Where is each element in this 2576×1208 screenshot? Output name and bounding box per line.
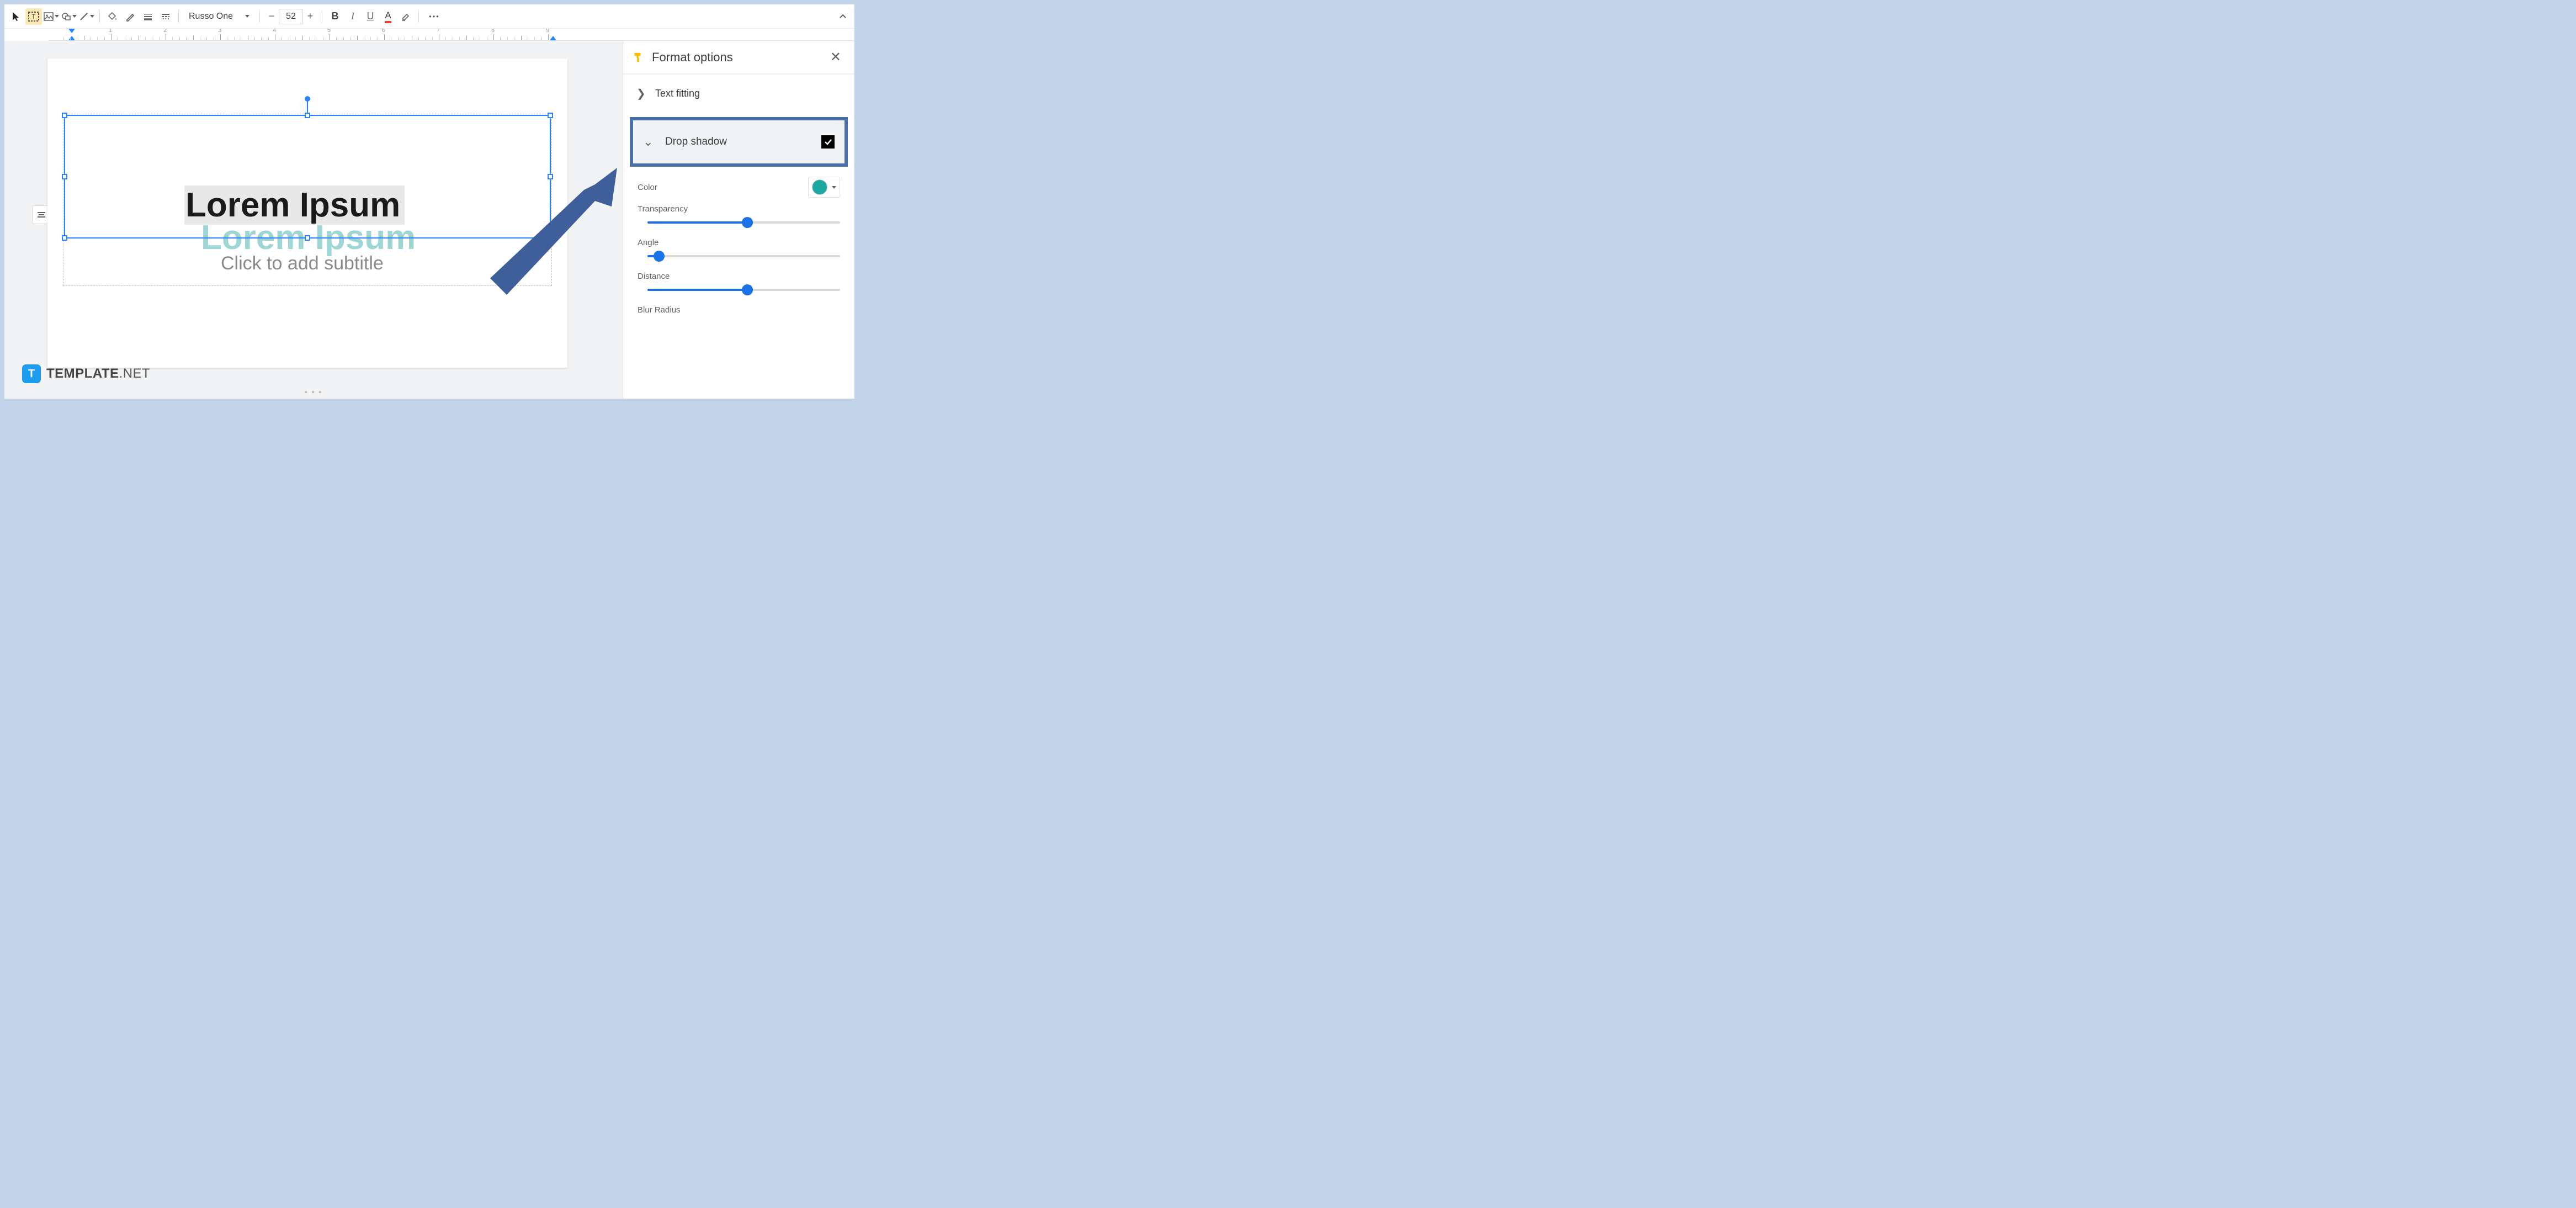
- panel-header: Format options ✕: [623, 41, 854, 74]
- separator: [418, 10, 419, 23]
- angle-slider[interactable]: [647, 255, 840, 257]
- transparency-label: Transparency: [638, 204, 840, 214]
- transparency-slider-row: Transparency: [623, 201, 854, 235]
- caret-icon: [245, 15, 249, 18]
- slide-canvas[interactable]: Lorem Ipsum Lorem Ipsum Click to add sub…: [47, 59, 567, 368]
- panel-title: Format options: [652, 50, 818, 65]
- drop-shadow-row[interactable]: ⌄ Drop shadow: [630, 117, 848, 167]
- font-size-increase[interactable]: +: [303, 9, 317, 24]
- insert-image-button[interactable]: [43, 8, 60, 25]
- separator: [178, 10, 179, 23]
- chevron-right-icon: ❯: [636, 87, 650, 100]
- separator: [99, 10, 100, 23]
- text-color-button[interactable]: A: [380, 8, 396, 25]
- caret-icon: [90, 15, 94, 18]
- distance-label: Distance: [638, 272, 840, 281]
- font-family-selector[interactable]: Russo One: [183, 8, 255, 25]
- font-size-group: − 52 +: [264, 9, 317, 24]
- format-options-icon: [632, 51, 644, 63]
- shadow-color-picker[interactable]: [808, 177, 840, 198]
- italic-button[interactable]: I: [344, 8, 361, 25]
- separator: [259, 10, 260, 23]
- caret-icon: [72, 15, 77, 18]
- caret-icon: [55, 15, 59, 18]
- border-weight-button[interactable]: [140, 8, 156, 25]
- rotate-handle[interactable]: [305, 96, 310, 102]
- distance-slider-row: Distance: [623, 268, 854, 302]
- border-color-button[interactable]: [122, 8, 139, 25]
- angle-slider-row: Angle: [623, 235, 854, 268]
- font-size-decrease[interactable]: −: [264, 9, 279, 24]
- shadow-color-option: Color: [623, 171, 854, 201]
- border-dash-button[interactable]: [157, 8, 174, 25]
- bold-button[interactable]: B: [327, 8, 343, 25]
- text-fitting-label: Text fitting: [655, 88, 841, 99]
- resize-handle-mr[interactable]: [548, 174, 553, 179]
- more-tools-button[interactable]: •••: [423, 8, 445, 25]
- resize-handle-br[interactable]: [548, 235, 553, 241]
- select-tool[interactable]: [8, 8, 24, 25]
- watermark-icon: T: [22, 364, 41, 383]
- blur-radius-row: Blur Radius: [623, 302, 854, 322]
- selection-box[interactable]: [64, 115, 551, 239]
- collapse-toolbar-button[interactable]: [835, 8, 851, 25]
- insert-shape-button[interactable]: [61, 8, 77, 25]
- horizontal-ruler[interactable]: 123456789: [49, 29, 854, 41]
- canvas-area[interactable]: Lorem Ipsum Lorem Ipsum Click to add sub…: [4, 41, 623, 399]
- caret-icon: [832, 186, 836, 189]
- drop-shadow-checkbox[interactable]: [821, 135, 835, 149]
- color-label: Color: [638, 183, 808, 192]
- toolbar: T Russo One: [4, 4, 854, 29]
- close-panel-button[interactable]: ✕: [826, 47, 846, 67]
- blur-radius-label: Blur Radius: [638, 305, 840, 315]
- watermark-text: TEMPLATE.NET: [46, 366, 150, 382]
- watermark: T TEMPLATE.NET: [22, 364, 150, 383]
- underline-button[interactable]: U: [362, 8, 379, 25]
- fill-color-button[interactable]: [104, 8, 121, 25]
- body-row: Lorem Ipsum Lorem Ipsum Click to add sub…: [4, 41, 854, 399]
- slider-thumb[interactable]: [654, 251, 665, 262]
- slider-thumb[interactable]: [742, 284, 753, 295]
- distance-slider[interactable]: [647, 289, 840, 291]
- format-options-panel: Format options ✕ ❯ Text fitting ⌄ Drop s…: [623, 41, 854, 399]
- svg-text:T: T: [31, 13, 36, 20]
- drop-shadow-label: Drop shadow: [665, 136, 814, 148]
- right-indent-marker[interactable]: [550, 36, 556, 40]
- highlight-color-button[interactable]: [397, 8, 414, 25]
- resize-handle-tm[interactable]: [305, 113, 310, 118]
- filmstrip-grip-icon: ● ● ●: [304, 389, 323, 395]
- transparency-slider[interactable]: [647, 221, 840, 224]
- text-box-tool[interactable]: T: [25, 8, 42, 25]
- rotate-connector: [307, 100, 308, 114]
- slider-thumb[interactable]: [742, 217, 753, 228]
- text-fitting-row[interactable]: ❯ Text fitting: [623, 74, 854, 113]
- resize-handle-ml[interactable]: [62, 174, 67, 179]
- app-frame: T Russo One: [4, 4, 854, 399]
- resize-handle-bm[interactable]: [305, 235, 310, 241]
- color-swatch: [812, 179, 827, 195]
- insert-line-button[interactable]: [78, 8, 95, 25]
- chevron-down-icon: ⌄: [643, 135, 657, 149]
- font-family-label: Russo One: [189, 12, 233, 22]
- angle-label: Angle: [638, 238, 840, 247]
- subtitle-placeholder[interactable]: Click to add subtitle: [221, 253, 384, 274]
- resize-handle-tl[interactable]: [62, 113, 67, 118]
- first-line-indent-marker[interactable]: [68, 29, 75, 33]
- resize-handle-tr[interactable]: [548, 113, 553, 118]
- resize-handle-bl[interactable]: [62, 235, 67, 241]
- font-size-input[interactable]: 52: [279, 9, 303, 24]
